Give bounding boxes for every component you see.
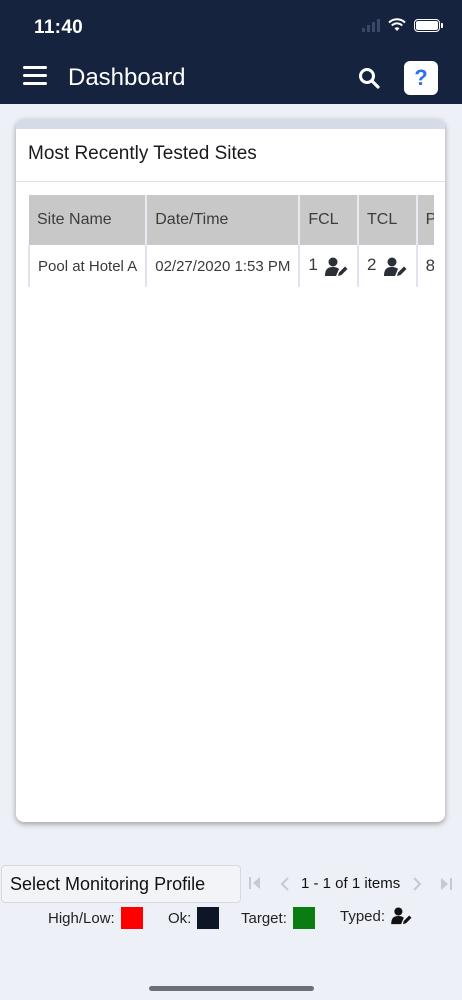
home-indicator[interactable]	[149, 986, 314, 991]
sites-table: Site Name Date/Time FCL TCL P Pool at Ho…	[28, 195, 434, 287]
card-top-band	[16, 119, 445, 129]
next-page-icon[interactable]	[408, 874, 426, 894]
pager-info: 1 - 1 of 1 items	[301, 875, 401, 892]
legend-target: Target:	[241, 907, 315, 929]
legend-typed: Typed:	[340, 907, 413, 925]
prev-page-icon[interactable]	[276, 874, 294, 894]
column-header-tcl[interactable]: TCL	[357, 195, 418, 245]
p-value: 8	[425, 256, 434, 275]
cell-tcl: 2	[357, 245, 418, 287]
user-edit-icon	[324, 257, 348, 276]
legend-target-label: Target:	[241, 909, 287, 927]
legend-target-swatch	[292, 907, 315, 929]
select-monitoring-profile-button[interactable]: Select Monitoring Profile	[1, 865, 241, 903]
table-header-row: Site Name Date/Time FCL TCL P	[29, 195, 434, 245]
first-page-icon[interactable]	[246, 873, 264, 893]
table-row[interactable]: Pool at Hotel A 02/27/2020 1:53 PM 1 2 8	[28, 245, 434, 287]
status-icons	[362, 18, 443, 32]
user-edit-icon	[391, 907, 412, 925]
legend-high-low: High/Low:	[48, 907, 143, 929]
hamburger-menu-icon[interactable]	[23, 66, 47, 86]
color-legend: High/Low: Ok: Target: Typed:	[0, 907, 462, 931]
card-divider	[16, 181, 445, 182]
sites-table-scroll[interactable]: Site Name Date/Time FCL TCL P Pool at Ho…	[28, 195, 434, 291]
help-button[interactable]: ?	[404, 61, 438, 95]
legend-high-low-swatch	[120, 907, 143, 929]
user-edit-icon	[383, 257, 407, 276]
battery-icon	[414, 18, 443, 32]
legend-typed-label: Typed:	[340, 907, 386, 925]
tcl-value: 2	[366, 255, 377, 275]
card-title: Most Recently Tested Sites	[28, 143, 257, 164]
page-title: Dashboard	[68, 64, 186, 91]
cell-fcl: 1	[299, 245, 359, 287]
recent-sites-card: Most Recently Tested Sites Site Name Dat…	[16, 119, 445, 822]
search-icon[interactable]	[358, 67, 380, 89]
pager-controls	[246, 873, 264, 893]
column-header-site-name[interactable]: Site Name	[29, 195, 148, 245]
column-header-p[interactable]: P	[416, 195, 434, 245]
legend-ok-swatch	[197, 907, 220, 929]
last-page-icon[interactable]	[437, 874, 455, 894]
cellular-signal-icon	[362, 18, 380, 32]
legend-high-low-label: High/Low:	[48, 909, 115, 927]
cell-datetime: 02/27/2020 1:53 PM	[146, 245, 301, 287]
legend-ok-label: Ok:	[168, 909, 192, 927]
legend-ok: Ok:	[168, 907, 220, 929]
column-header-datetime[interactable]: Date/Time	[146, 195, 301, 245]
app-header: 11:40 Dashboard ?	[0, 0, 462, 104]
fcl-value: 1	[308, 255, 318, 275]
status-time: 11:40	[34, 17, 84, 38]
column-header-fcl[interactable]: FCL	[299, 195, 359, 245]
cell-site-name: Pool at Hotel A	[28, 245, 148, 287]
cell-p: 8	[416, 245, 434, 287]
wifi-icon	[388, 18, 406, 31]
